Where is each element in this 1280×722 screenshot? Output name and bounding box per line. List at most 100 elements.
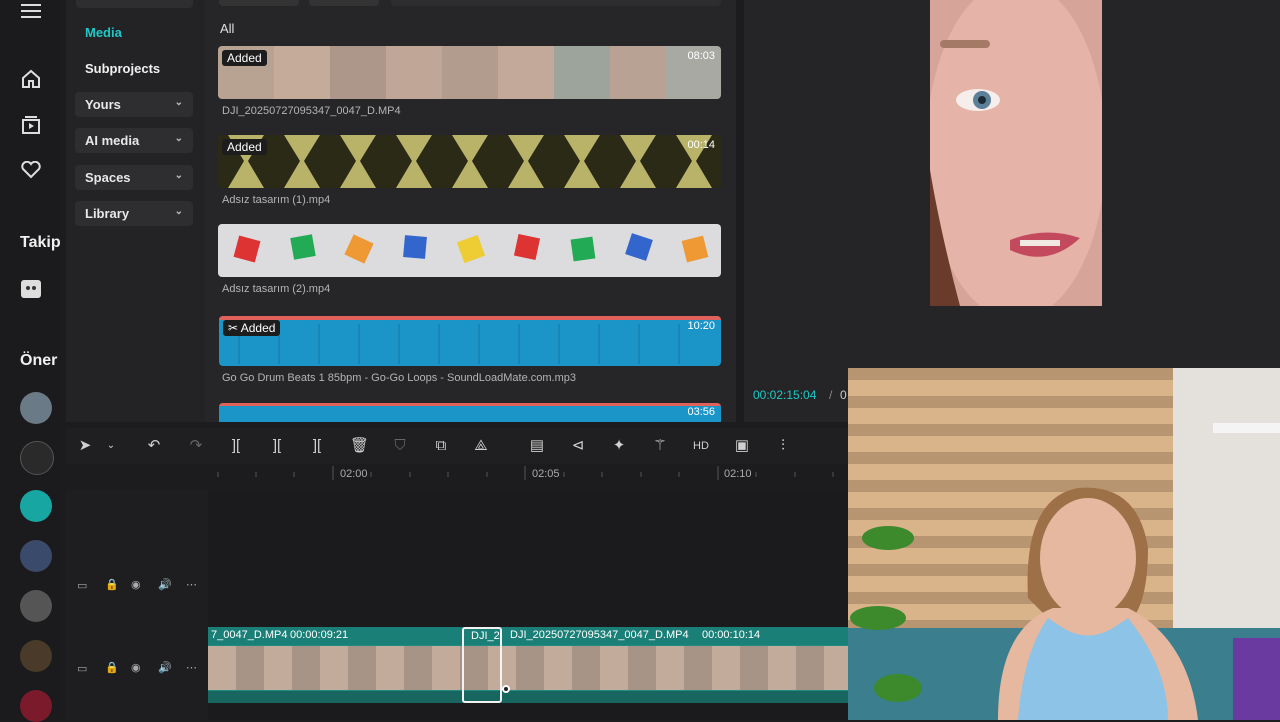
added-badge: ✂ Added <box>223 320 281 336</box>
dropdown-yours[interactable]: Yours ⌄ <box>75 92 193 117</box>
duration-label: 08:03 <box>687 50 715 62</box>
track-header-column <box>66 490 208 720</box>
search-input[interactable] <box>391 0 721 6</box>
more-icon[interactable]: ⋯ <box>186 578 197 591</box>
ai-person-icon[interactable]: ✦ <box>610 437 628 455</box>
media-item-name: DJI_20250727095347_0047_D.MP4 <box>222 105 401 117</box>
dropdown-label: Yours <box>85 97 121 112</box>
added-badge: Added <box>222 50 267 66</box>
speed-icon[interactable]: ⊲ <box>569 437 587 455</box>
media-item-video[interactable] <box>218 224 721 277</box>
webcam-overlay <box>848 368 1280 720</box>
added-badge-label: Added <box>240 321 276 335</box>
avatar[interactable] <box>20 640 52 672</box>
media-nav-panel: Media Subprojects Yours ⌄ AI media ⌄ Space… <box>66 0 205 422</box>
chevron-down-icon: ⌄ <box>174 170 183 181</box>
timeline-toolbar: ➤ ⌄ ↶ ↷ ][ ][ ][ 🗑 ⛉ ⧉ ⟁ ▤ ⊲ ✦ ⚚ HD ▣ ⫶ <box>66 428 848 464</box>
track-type-icon: ▭ <box>77 580 88 592</box>
import-button[interactable] <box>76 0 193 8</box>
nav-media[interactable]: Media <box>85 25 122 40</box>
add-media-icon[interactable]: ▤ <box>528 437 546 455</box>
app-rail: Takip Öner <box>0 0 61 722</box>
ruler-label: 02:10 <box>724 468 752 480</box>
undo-icon[interactable]: ↶ <box>145 437 163 455</box>
avatar[interactable] <box>20 441 54 475</box>
added-badge: Added <box>222 139 267 155</box>
cube-thumbnail <box>218 224 721 277</box>
duration-label: 10:20 <box>687 320 715 332</box>
clip-duration: 00:00:09:21 <box>290 629 349 641</box>
avatar[interactable] <box>20 392 52 424</box>
toolbar-button[interactable] <box>219 0 299 6</box>
home-icon[interactable] <box>16 64 46 94</box>
ruler-label: 02:05 <box>532 468 560 480</box>
webcam-video <box>848 368 1280 720</box>
redo-icon[interactable]: ↷ <box>187 437 205 455</box>
mouse-cursor <box>502 685 510 693</box>
media-item-name: Adsız tasarım (1).mp4 <box>222 194 331 206</box>
lock-icon[interactable]: 🔒 <box>105 661 119 674</box>
dropdown-library[interactable]: Library ⌄ <box>75 201 193 226</box>
eye-icon[interactable]: ◉ <box>131 661 141 674</box>
filter-all[interactable]: All <box>220 21 234 36</box>
export-frame-icon[interactable]: ▣ <box>733 437 751 455</box>
menu-icon[interactable] <box>16 0 46 26</box>
waveform <box>238 324 680 364</box>
split-right-icon[interactable]: ][ <box>308 437 326 455</box>
dropdown-ai-media[interactable]: AI media ⌄ <box>75 128 193 153</box>
chevron-down-icon[interactable]: ⌄ <box>102 437 120 455</box>
audio-wave-icon[interactable]: ⫶ <box>774 437 792 455</box>
chevron-down-icon: ⌄ <box>174 206 183 217</box>
toolbar-button[interactable] <box>309 0 379 6</box>
track-type-icon: ▭ <box>77 663 88 675</box>
shield-icon[interactable]: ⛉ <box>391 437 409 455</box>
eye-icon[interactable]: ◉ <box>131 578 141 591</box>
preview-panel: 00:02:15:04 / 0 <box>744 0 1280 422</box>
volume-icon[interactable]: 🔊 <box>158 661 172 674</box>
delete-icon[interactable]: 🗑 <box>350 437 369 455</box>
total-timecode: 0 <box>840 388 847 402</box>
subscriptions-icon[interactable] <box>16 110 46 140</box>
heart-icon[interactable] <box>16 155 46 185</box>
more-icon[interactable]: ⋯ <box>186 661 197 674</box>
ai-edit-icon[interactable]: ⟁ <box>472 437 490 455</box>
dropdown-spaces[interactable]: Spaces ⌄ <box>75 165 193 190</box>
media-item-audio[interactable]: ✂ Added 10:20 <box>219 316 721 366</box>
timeline-tracks: ▭ 🔒 ◉ 🔊 ⋯ ▭ 🔒 ◉ 🔊 ⋯ 7_0047_D.MP4 00:00:0… <box>66 490 848 720</box>
chevron-down-icon: ⌄ <box>174 133 183 144</box>
media-item-video[interactable]: Added 08:03 <box>218 46 721 99</box>
clip-duration: 00:00:10:14 <box>702 629 761 641</box>
nav-subprojects[interactable]: Subprojects <box>85 61 160 76</box>
ruler-label: 02:00 <box>340 468 368 480</box>
lock-icon[interactable]: 🔒 <box>105 578 119 591</box>
hourglass-thumbnail <box>218 135 721 188</box>
avatar[interactable] <box>20 590 52 622</box>
avatar[interactable] <box>20 490 52 522</box>
timecode-separator: / <box>829 388 833 402</box>
preview-video-frame[interactable] <box>930 0 1102 306</box>
avatar[interactable] <box>20 540 52 572</box>
hd-icon[interactable]: HD <box>692 437 710 455</box>
crop-icon[interactable]: ⧉ <box>432 437 450 455</box>
section-label: Takip <box>20 234 61 251</box>
duration-label: 00:14 <box>687 139 715 151</box>
avatar[interactable] <box>20 690 52 722</box>
dropdown-label: AI media <box>85 133 140 148</box>
magic-wand-icon[interactable]: ⚚ <box>651 437 669 455</box>
clip-name: DJI_20 <box>471 630 501 642</box>
dropdown-label: Spaces <box>85 170 131 185</box>
split-left-icon[interactable]: ][ <box>268 437 286 455</box>
current-timecode: 00:02:15:04 <box>753 388 817 402</box>
video-clip-track[interactable]: 7_0047_D.MP4 00:00:09:21 DJI_20 DJI_2025… <box>208 627 848 703</box>
timeline-ruler[interactable]: 02:00 02:05 02:10 <box>208 464 848 488</box>
split-icon[interactable]: ][ <box>227 437 245 455</box>
media-item-video[interactable]: Added 00:14 <box>218 135 721 188</box>
selected-clip[interactable]: DJI_20 <box>462 627 502 703</box>
select-tool-icon[interactable]: ➤ <box>76 437 94 455</box>
media-item-audio[interactable]: 03:56 <box>219 403 721 422</box>
volume-icon[interactable]: 🔊 <box>158 578 172 591</box>
media-list-panel: All Added 08:03 DJI_20250727095347_0047_… <box>205 0 736 422</box>
media-item-name: Go Go Drum Beats 1 85bpm - Go-Go Loops -… <box>222 372 577 384</box>
clip-frames <box>208 646 848 690</box>
channel-avatar-icon[interactable] <box>16 274 46 304</box>
